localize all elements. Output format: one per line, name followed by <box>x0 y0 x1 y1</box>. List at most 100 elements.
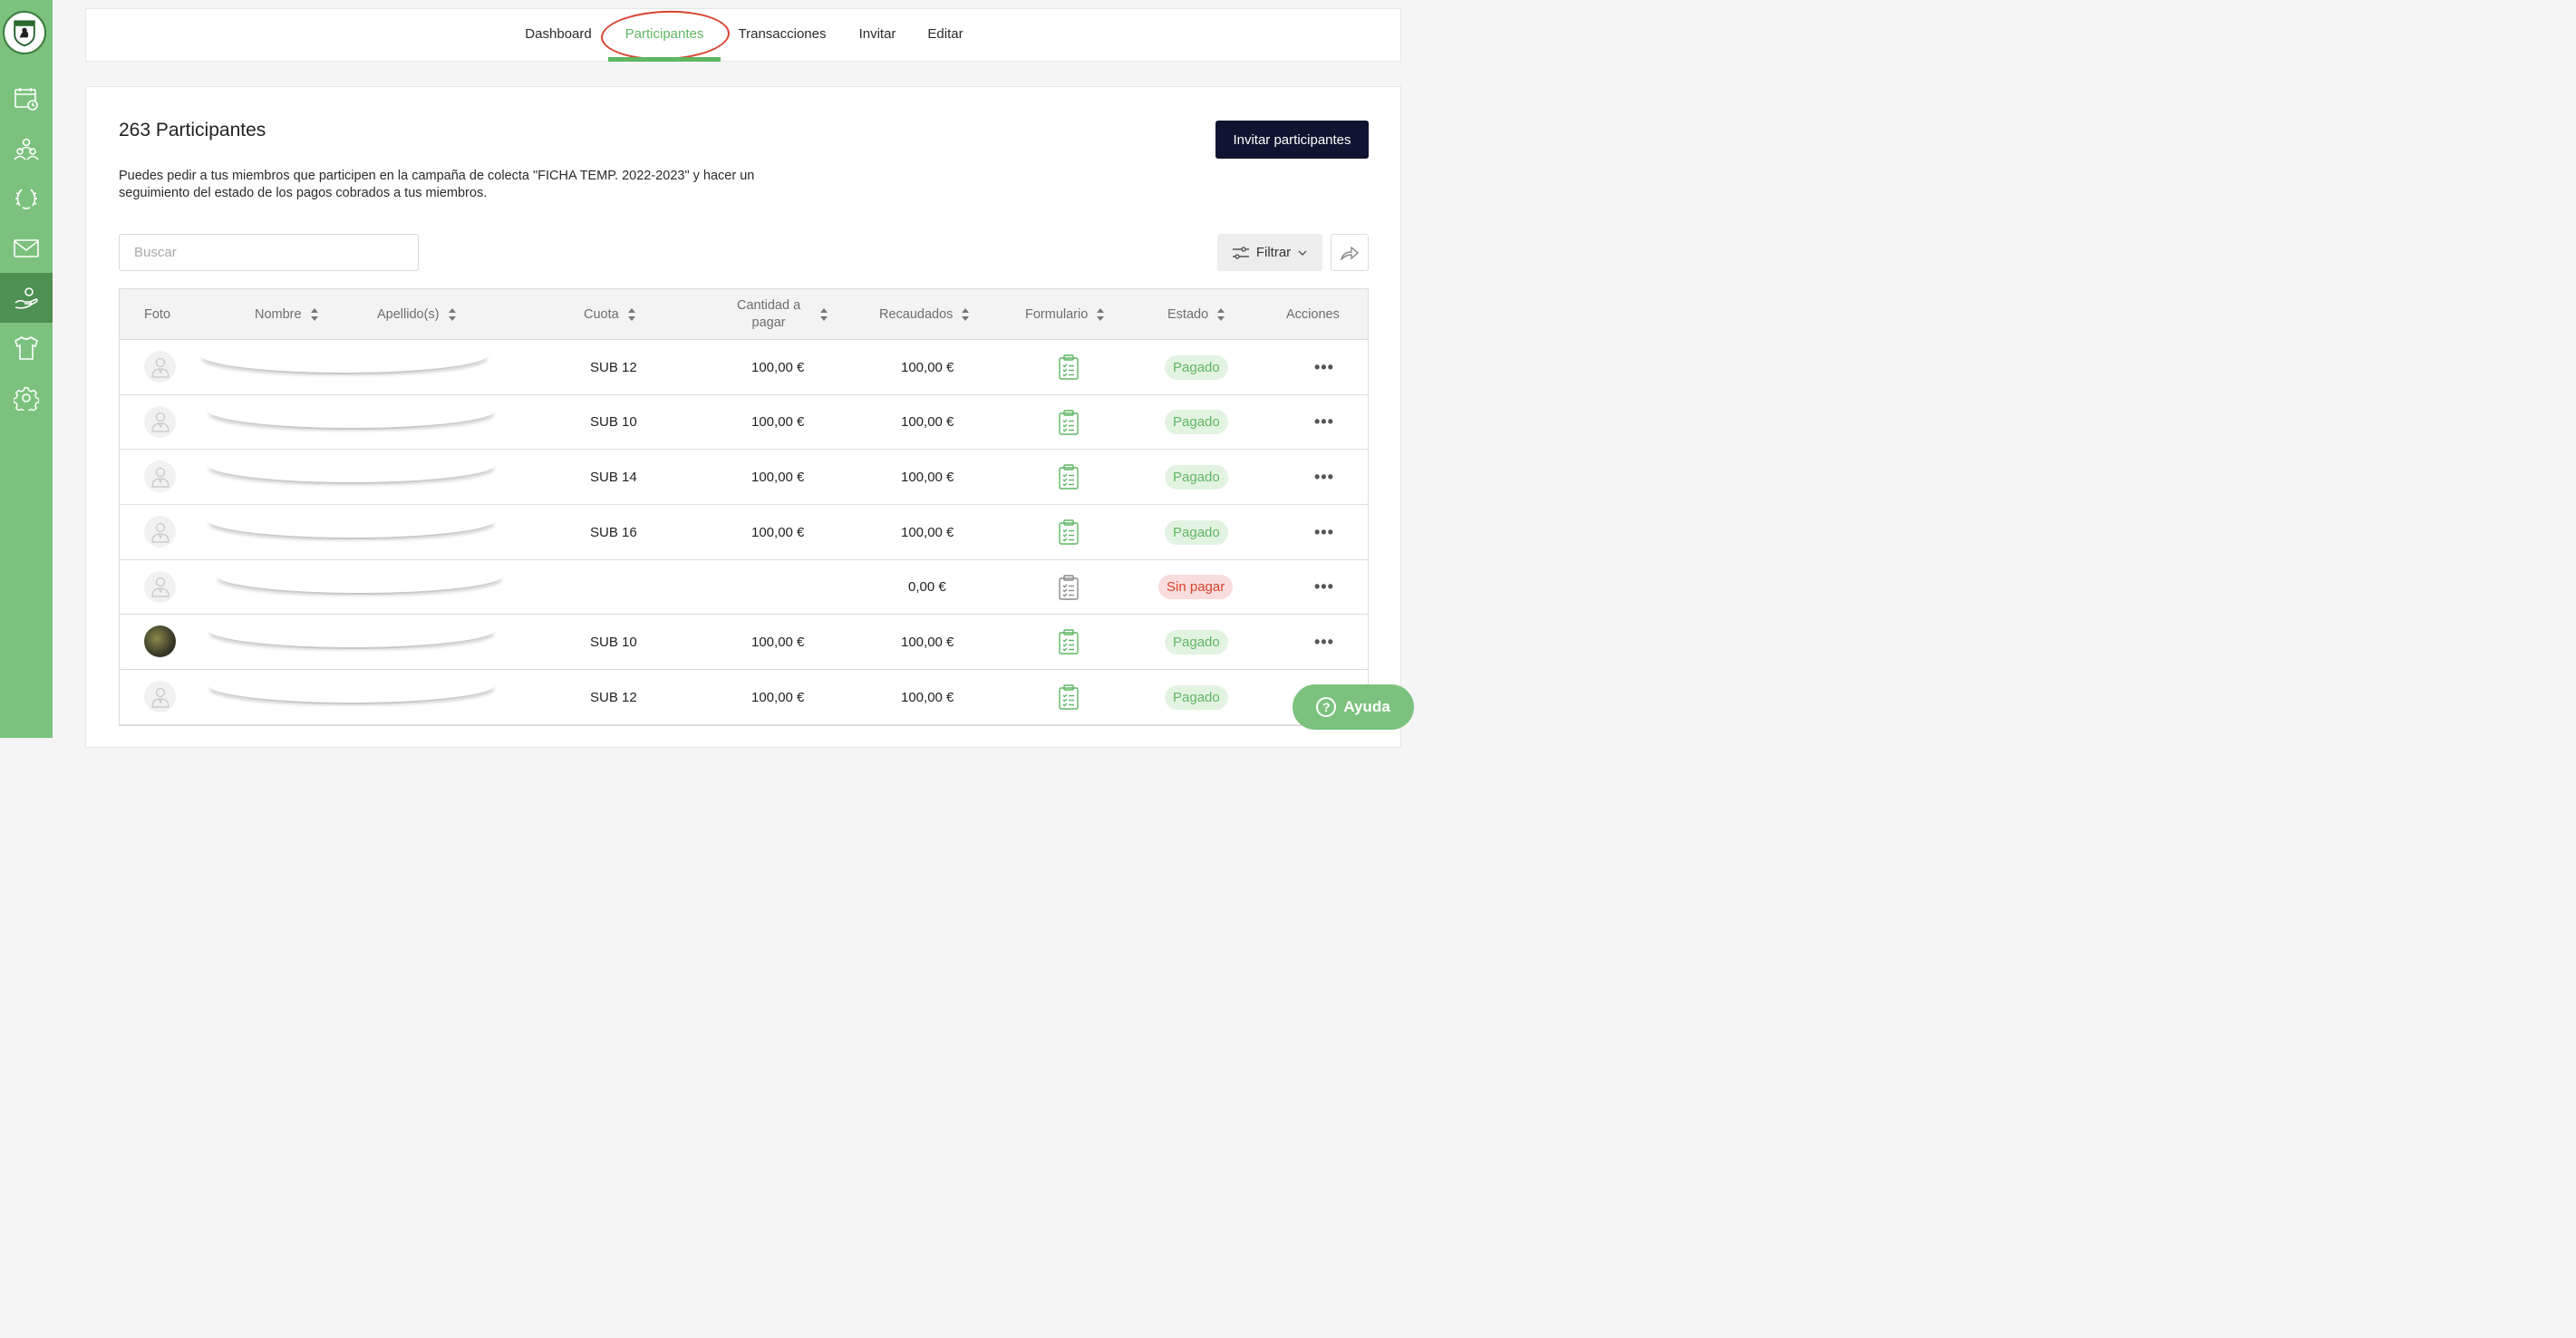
avatar[interactable] <box>144 625 176 658</box>
redacted-name <box>207 464 497 485</box>
form-cell[interactable] <box>1059 340 1079 394</box>
share-arrow-icon <box>1341 245 1359 260</box>
redacted-name <box>199 354 489 374</box>
table-row[interactable]: SUB 10 100,00 € 100,00 € Pagado ••• <box>120 395 1368 451</box>
more-options-icon[interactable]: ••• <box>1314 577 1334 596</box>
sort-icon <box>962 308 970 321</box>
highlight-circle <box>600 8 731 63</box>
table-row[interactable]: SUB 12100,00 €100,00 €Pagado••• <box>120 340 1368 395</box>
cantidad-cell: 100,00 € <box>751 414 805 431</box>
tshirt-icon <box>15 335 38 360</box>
form-cell[interactable] <box>1059 670 1079 724</box>
actions-cell[interactable]: ••• <box>1314 505 1334 559</box>
tab-transacciones[interactable]: Transacciones <box>736 9 828 62</box>
status-badge: Pagado <box>1165 410 1228 435</box>
sidebar-item-achievements[interactable] <box>0 173 53 223</box>
table-row[interactable]: 0,00 € Sin pagar ••• <box>120 560 1368 616</box>
avatar[interactable] <box>144 405 176 438</box>
form-cell[interactable] <box>1059 450 1079 504</box>
status-badge: Sin pagar <box>1158 575 1234 600</box>
table-row[interactable]: SUB 14 100,00 € 100,00 € Pagado ••• <box>120 450 1368 506</box>
more-options-icon[interactable]: ••• <box>1314 523 1334 542</box>
more-options-icon[interactable]: ••• <box>1314 633 1334 652</box>
status-badge: Pagado <box>1165 684 1228 710</box>
sort-icon <box>1217 308 1225 321</box>
table-row[interactable]: SUB 16 100,00 € 100,00 € Pagado ••• <box>120 505 1368 560</box>
sliders-icon <box>1232 246 1249 259</box>
chevron-down-icon <box>1298 250 1307 256</box>
tab-dashboard[interactable]: Dashboard <box>524 9 593 62</box>
form-cell[interactable] <box>1059 615 1079 669</box>
status-badge: Pagado <box>1165 354 1228 380</box>
export-button[interactable] <box>1331 234 1369 271</box>
header-estado[interactable]: Estado <box>1167 289 1225 340</box>
status-badge: Pagado <box>1165 464 1228 490</box>
more-options-icon[interactable]: ••• <box>1314 358 1334 377</box>
participants-table: Foto Nombre Apellido(s) Cuota Cantidad a… <box>119 288 1369 726</box>
redacted-name <box>207 684 497 705</box>
clipboard-check-icon <box>1059 409 1079 435</box>
form-cell[interactable] <box>1059 505 1079 559</box>
cantidad-cell: 100,00 € <box>751 359 805 375</box>
actions-cell[interactable]: ••• <box>1314 450 1334 504</box>
tab-editar[interactable]: Editar <box>927 9 964 62</box>
table-row[interactable]: SUB 12100,00 €100,00 €Pagado••• <box>120 670 1368 725</box>
header-formulario[interactable]: Formulario <box>1025 289 1105 340</box>
estado-cell: Pagado <box>1165 670 1228 724</box>
tab-invitar[interactable]: Invitar <box>858 9 896 62</box>
header-recaudados[interactable]: Recaudados <box>879 289 970 340</box>
person-placeholder-icon <box>150 467 169 488</box>
cantidad-cell: 100,00 € <box>751 634 805 650</box>
search-input[interactable] <box>119 234 419 271</box>
sidebar-item-members[interactable] <box>0 123 53 173</box>
estado-cell: Pagado <box>1165 505 1228 559</box>
cuota-cell: SUB 10 <box>590 414 637 431</box>
table-header: Foto Nombre Apellido(s) Cuota Cantidad a… <box>120 289 1368 340</box>
sidebar-item-settings[interactable] <box>0 373 53 422</box>
actions-cell[interactable]: ••• <box>1314 395 1334 450</box>
header-cuota[interactable]: Cuota <box>584 289 635 340</box>
table-row[interactable]: SUB 10 100,00 € 100,00 € Pagado ••• <box>120 615 1368 671</box>
avatar[interactable] <box>144 461 176 493</box>
filter-button[interactable]: Filtrar <box>1217 234 1322 271</box>
actions-cell[interactable]: ••• <box>1314 560 1334 615</box>
sidebar-item-messages[interactable] <box>0 223 53 273</box>
header-cantidad[interactable]: Cantidad a pagar <box>737 289 828 340</box>
help-label: Ayuda <box>1343 698 1390 715</box>
sort-icon <box>820 308 828 321</box>
status-badge: Pagado <box>1165 519 1228 545</box>
sidebar-item-calendar[interactable] <box>0 73 53 123</box>
form-cell[interactable] <box>1059 560 1079 615</box>
redacted-name <box>207 629 497 650</box>
person-placeholder-icon <box>150 357 169 378</box>
avatar[interactable] <box>144 681 176 713</box>
sidebar-item-store[interactable] <box>0 323 53 373</box>
club-crest-icon[interactable] <box>3 11 46 54</box>
redacted-name <box>207 519 497 540</box>
sidebar-item-collections[interactable] <box>0 273 53 323</box>
recaudados-cell: 100,00 € <box>901 469 954 485</box>
clipboard-check-icon <box>1059 684 1079 710</box>
clipboard-check-icon <box>1059 629 1079 655</box>
actions-cell[interactable]: ••• <box>1314 340 1334 394</box>
hand-donation-icon <box>15 286 38 309</box>
help-button[interactable]: ? Ayuda <box>1293 684 1414 730</box>
more-options-icon[interactable]: ••• <box>1314 468 1334 487</box>
cuota-cell: SUB 14 <box>590 469 637 485</box>
invite-participants-button[interactable]: Invitar participantes <box>1215 121 1369 159</box>
avatar[interactable] <box>144 570 176 603</box>
clipboard-check-icon <box>1059 519 1079 545</box>
clipboard-check-icon <box>1059 464 1079 490</box>
avatar[interactable] <box>144 516 176 548</box>
header-apellido[interactable]: Apellido(s) <box>377 289 456 340</box>
more-options-icon[interactable]: ••• <box>1314 412 1334 431</box>
person-placeholder-icon <box>150 577 169 597</box>
avatar[interactable] <box>144 351 176 383</box>
clipboard-check-icon <box>1059 575 1079 600</box>
actions-cell[interactable]: ••• <box>1314 615 1334 669</box>
header-nombre[interactable]: Nombre <box>255 289 318 340</box>
form-cell[interactable] <box>1059 395 1079 450</box>
person-placeholder-icon <box>150 522 169 543</box>
gear-icon <box>14 386 39 411</box>
calendar-icon <box>15 87 38 111</box>
